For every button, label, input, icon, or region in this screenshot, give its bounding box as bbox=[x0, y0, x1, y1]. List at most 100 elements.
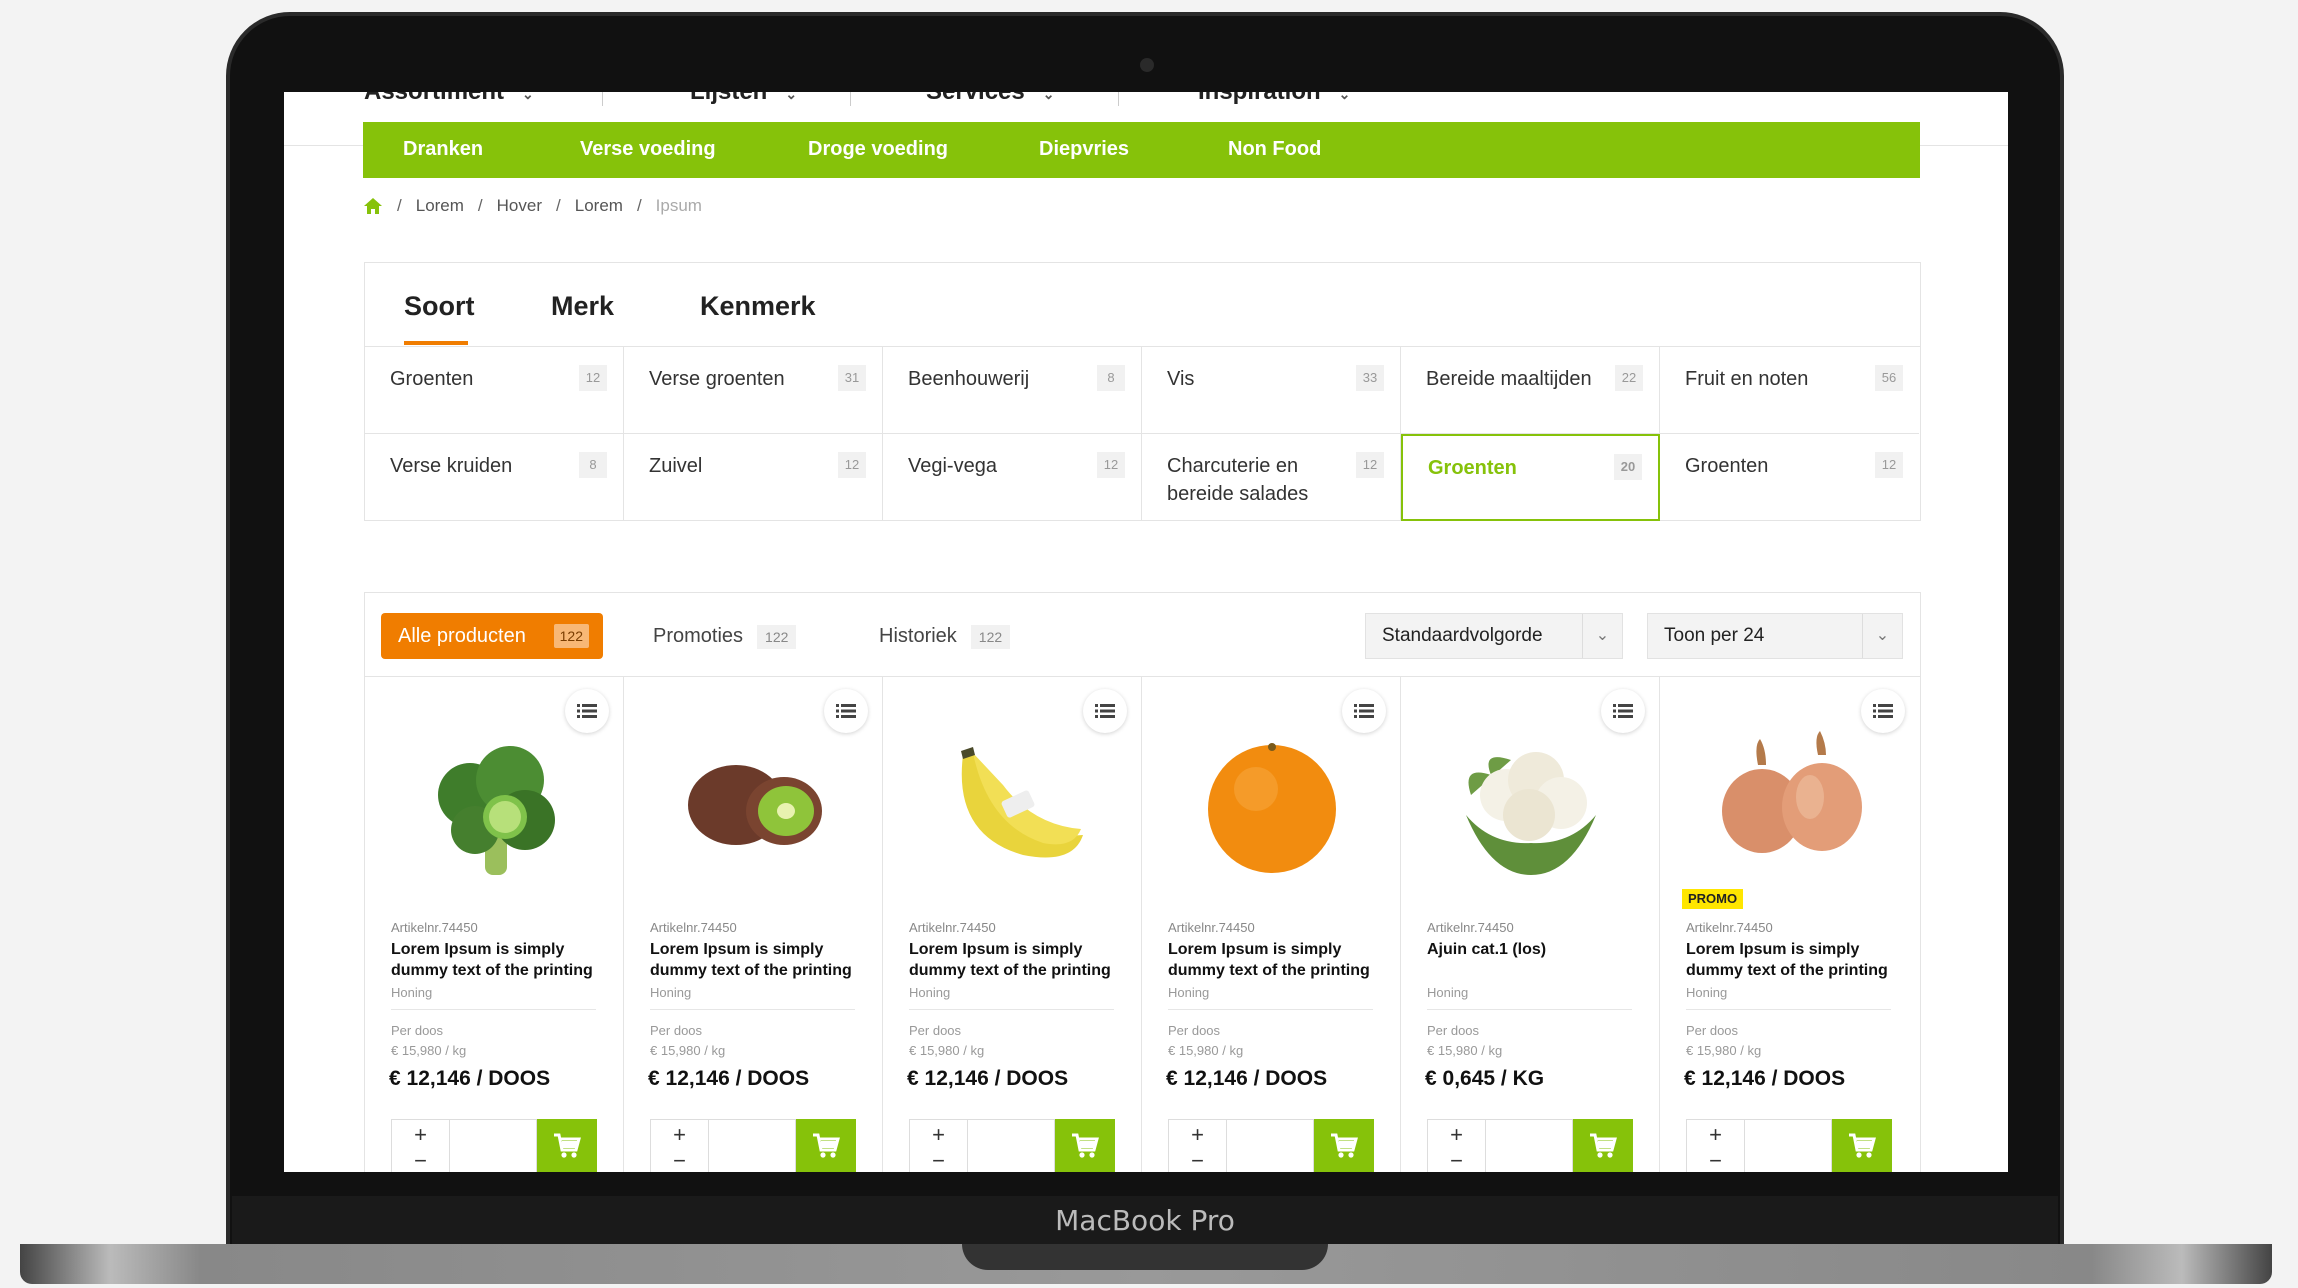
category-non-food[interactable]: Non Food bbox=[1228, 138, 1321, 161]
facet-item-count: 33 bbox=[1356, 365, 1384, 391]
product-image-cauliflower[interactable] bbox=[1451, 725, 1611, 885]
sort-select[interactable]: Standaardvolgorde ⌄ bbox=[1365, 613, 1623, 659]
product-image-orange[interactable] bbox=[1192, 725, 1352, 885]
tab-alle-producten[interactable]: Alle producten 122 bbox=[381, 613, 603, 659]
minus-button[interactable]: − bbox=[1169, 1148, 1226, 1172]
tab-kenmerk[interactable]: Kenmerk bbox=[700, 291, 816, 322]
product-card[interactable]: Artikelnr.74450 Ajuin cat.1 (los) Honing Pe… bbox=[1401, 677, 1660, 1172]
minus-button[interactable]: − bbox=[392, 1148, 449, 1172]
facet-item-count: 8 bbox=[1097, 365, 1125, 391]
quantity-stepper[interactable]: + − bbox=[650, 1119, 796, 1172]
screen: Assortiment ⌄ Lijsten ⌄ Services ⌄ Inspirat… bbox=[284, 92, 2008, 1172]
breadcrumb-link[interactable]: Lorem bbox=[416, 196, 464, 216]
breadcrumb: / Lorem / Hover / Lorem / Ipsum bbox=[363, 194, 702, 218]
plus-button[interactable]: + bbox=[1428, 1122, 1485, 1148]
breadcrumb-link[interactable]: Hover bbox=[497, 196, 542, 216]
product-price: € 12,146 / DOOS bbox=[648, 1067, 810, 1090]
category-verse-voeding[interactable]: Verse voeding bbox=[580, 138, 716, 161]
cart-icon[interactable] bbox=[1573, 1119, 1633, 1172]
product-image-banana[interactable] bbox=[933, 725, 1093, 885]
minus-button[interactable]: − bbox=[1687, 1148, 1744, 1172]
plus-button[interactable]: + bbox=[910, 1122, 967, 1148]
article-number: Artikelnr.74450 bbox=[1168, 920, 1255, 935]
home-icon[interactable] bbox=[363, 197, 383, 215]
tab-count: 122 bbox=[757, 624, 797, 649]
plus-button[interactable]: + bbox=[1687, 1122, 1744, 1148]
quantity-buttons: + − bbox=[1428, 1120, 1486, 1172]
divider bbox=[391, 1009, 596, 1010]
category-diepvries[interactable]: Diepvries bbox=[1039, 138, 1129, 161]
minus-button[interactable]: − bbox=[651, 1148, 708, 1172]
product-name[interactable]: Lorem Ipsum is simply dummy text of the … bbox=[1168, 939, 1378, 981]
tab-soort[interactable]: Soort bbox=[404, 291, 475, 322]
quantity-stepper[interactable]: + − bbox=[391, 1119, 537, 1172]
product-image-kiwi[interactable] bbox=[674, 725, 834, 885]
cart-icon[interactable] bbox=[537, 1119, 597, 1172]
tab-promoties[interactable]: Promoties 122 bbox=[653, 613, 797, 659]
facet-item-label: Vis bbox=[1167, 368, 1195, 390]
minus-button[interactable]: − bbox=[910, 1148, 967, 1172]
nav-services[interactable]: Services ⌄ bbox=[926, 92, 1055, 106]
facet-item[interactable]: Vis 33 bbox=[1142, 347, 1401, 434]
package-unit: Per doos bbox=[1168, 1023, 1221, 1038]
article-number: Artikelnr.74450 bbox=[1427, 920, 1514, 935]
product-name[interactable]: Lorem Ipsum is simply dummy text of the … bbox=[1686, 939, 1896, 981]
quantity-stepper[interactable]: + − bbox=[1168, 1119, 1314, 1172]
facet-item[interactable]: Fruit en noten 56 bbox=[1660, 347, 1919, 434]
facet-item[interactable]: Charcuterie en bereide salades 12 bbox=[1142, 434, 1401, 521]
breadcrumb-separator: / bbox=[477, 196, 483, 215]
chevron-down-icon: ⌄ bbox=[1042, 92, 1055, 102]
facet-item[interactable]: Groenten 12 bbox=[365, 347, 624, 434]
plus-button[interactable]: + bbox=[1169, 1122, 1226, 1148]
facet-item[interactable]: Groenten 12 bbox=[1660, 434, 1919, 521]
product-brand: Honing bbox=[650, 985, 692, 1000]
divider bbox=[909, 1009, 1114, 1010]
nav-lijsten[interactable]: Lijsten ⌄ bbox=[690, 92, 797, 106]
facet-item[interactable]: Vegi-vega 12 bbox=[883, 434, 1142, 521]
chevron-down-icon: ⌄ bbox=[785, 92, 798, 102]
quantity-stepper[interactable]: + − bbox=[1686, 1119, 1832, 1172]
nav-separator bbox=[850, 92, 851, 106]
product-name[interactable]: Lorem Ipsum is simply dummy text of the … bbox=[391, 939, 601, 981]
product-card[interactable]: Artikelnr.74450 Lorem Ipsum is simply dum… bbox=[1142, 677, 1401, 1172]
facet-item[interactable]: Zuivel 12 bbox=[624, 434, 883, 521]
cart-icon[interactable] bbox=[796, 1119, 856, 1172]
cart-icon[interactable] bbox=[1055, 1119, 1115, 1172]
product-card[interactable]: PROMO Artikelnr.74450 Lorem Ipsum is simpl… bbox=[1660, 677, 1919, 1172]
minus-button[interactable]: − bbox=[1428, 1148, 1485, 1172]
nav-label: Inspiration bbox=[1198, 92, 1321, 105]
nav-inspiration[interactable]: Inspiration ⌄ bbox=[1198, 92, 1350, 106]
facet-grid: Groenten 12 Verse groenten 31 Beenhouwerij 8 V… bbox=[365, 347, 1920, 521]
quantity-stepper[interactable]: + − bbox=[1427, 1119, 1573, 1172]
facet-item[interactable]: Bereide maaltijden 22 bbox=[1401, 347, 1660, 434]
facet-item[interactable]: Beenhouwerij 8 bbox=[883, 347, 1142, 434]
breadcrumb-link[interactable]: Lorem bbox=[575, 196, 623, 216]
product-card[interactable]: Artikelnr.74450 Lorem Ipsum is simply dum… bbox=[624, 677, 883, 1172]
plus-button[interactable]: + bbox=[392, 1122, 449, 1148]
chevron-down-icon: ⌄ bbox=[1862, 614, 1902, 658]
product-image-broccoli[interactable] bbox=[415, 725, 575, 885]
nav-assortiment[interactable]: Assortiment ⌄ bbox=[364, 92, 534, 106]
product-image-onion[interactable] bbox=[1710, 725, 1870, 885]
quantity-stepper[interactable]: + − bbox=[909, 1119, 1055, 1172]
product-name[interactable]: Ajuin cat.1 (los) bbox=[1427, 939, 1637, 960]
unit-price: € 15,980 / kg bbox=[650, 1043, 726, 1058]
product-name[interactable]: Lorem Ipsum is simply dummy text of the … bbox=[650, 939, 860, 981]
cart-icon[interactable] bbox=[1832, 1119, 1892, 1172]
tab-historiek[interactable]: Historiek 122 bbox=[879, 613, 1011, 659]
facet-item-count: 12 bbox=[1875, 452, 1903, 478]
plus-button[interactable]: + bbox=[651, 1122, 708, 1148]
article-number: Artikelnr.74450 bbox=[1686, 920, 1773, 935]
category-dranken[interactable]: Dranken bbox=[403, 138, 483, 161]
product-card[interactable]: Artikelnr.74450 Lorem Ipsum is simply dum… bbox=[883, 677, 1142, 1172]
product-card[interactable]: Artikelnr.74450 Lorem Ipsum is simply dum… bbox=[365, 677, 624, 1172]
facet-item[interactable]: Verse groenten 31 bbox=[624, 347, 883, 434]
tab-merk[interactable]: Merk bbox=[551, 291, 614, 322]
package-unit: Per doos bbox=[650, 1023, 703, 1038]
cart-icon[interactable] bbox=[1314, 1119, 1374, 1172]
per-page-select[interactable]: Toon per 24 ⌄ bbox=[1647, 613, 1903, 659]
product-name[interactable]: Lorem Ipsum is simply dummy text of the … bbox=[909, 939, 1119, 981]
facet-item[interactable]: Groenten 20 bbox=[1401, 434, 1660, 521]
facet-item[interactable]: Verse kruiden 8 bbox=[365, 434, 624, 521]
category-droge-voeding[interactable]: Droge voeding bbox=[808, 138, 948, 161]
